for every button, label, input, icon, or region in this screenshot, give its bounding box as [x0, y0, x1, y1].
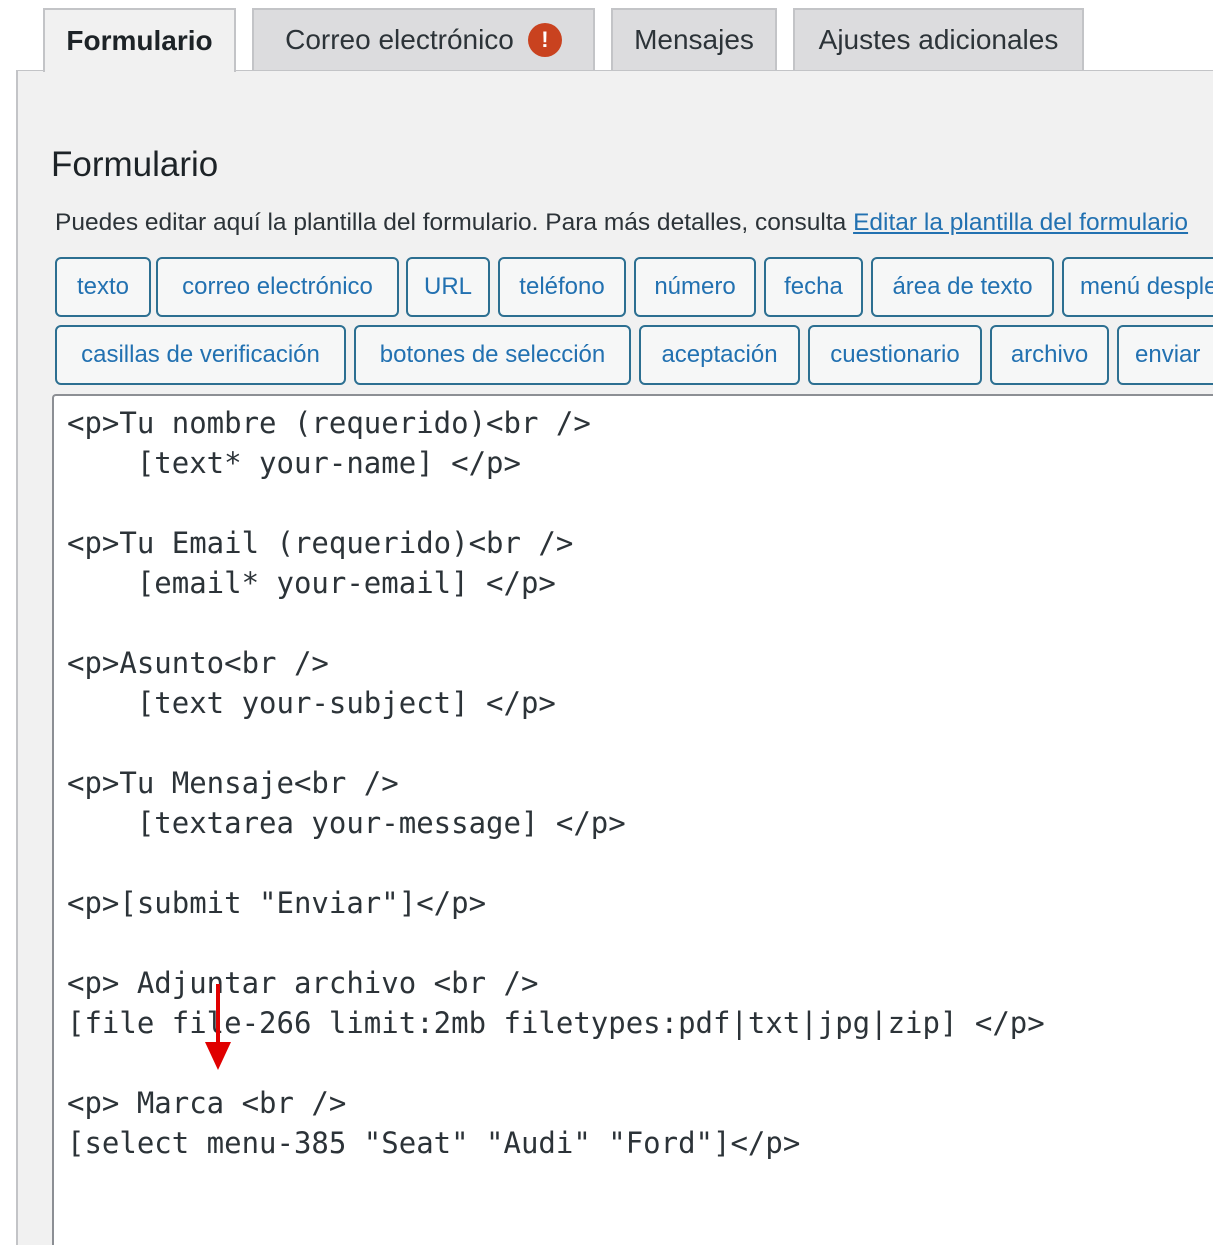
section-title: Formulario: [51, 145, 219, 184]
code-line: <p>Tu nombre (requerido)<br />: [67, 406, 591, 440]
code-line: <p>[submit "Enviar"]</p>: [67, 886, 487, 920]
tag-button-casillas-de-verificacion[interactable]: casillas de verificación: [55, 325, 346, 385]
edit-template-link[interactable]: Editar la plantilla del formulario: [853, 209, 1188, 236]
code-line: [textarea your-message] </p>: [67, 806, 626, 840]
tag-button-correo-electronico[interactable]: correo electrónico: [156, 257, 399, 317]
code-line: [text your-subject] </p>: [67, 686, 556, 720]
tag-button-texto[interactable]: texto: [55, 257, 151, 317]
tab-correo-electronico[interactable]: Correo electrónico !: [252, 8, 595, 70]
tab-mensajes[interactable]: Mensajes: [611, 8, 777, 70]
code-line: <p> Adjuntar archivo <br />: [67, 966, 539, 1000]
tab-mensajes-label: Mensajes: [634, 24, 754, 55]
code-line: [select menu-385 "Seat" "Audi" "Ford"]</…: [67, 1126, 801, 1160]
code-line: <p> Marca <br />: [67, 1086, 347, 1120]
tag-button-cuestionario[interactable]: cuestionario: [808, 325, 982, 385]
code-line: <p>Tu Email (requerido)<br />: [67, 526, 574, 560]
tab-ajustes-adicionales-label: Ajustes adicionales: [818, 24, 1059, 55]
tag-button-menu-desplegable[interactable]: menú desplegable: [1062, 257, 1213, 317]
tag-button-archivo[interactable]: archivo: [990, 325, 1109, 385]
form-template-editor[interactable]: <p>Tu nombre (requerido)<br /> [text* yo…: [52, 394, 1213, 1245]
tab-formulario[interactable]: Formulario: [43, 8, 236, 72]
section-description: Puedes editar aquí la plantilla del form…: [55, 209, 1188, 237]
form-panel: Formulario Puedes editar aquí la plantil…: [16, 71, 1213, 1245]
code-line: <p>Tu Mensaje<br />: [67, 766, 399, 800]
code-line: [email* your-email] </p>: [67, 566, 556, 600]
contact-form-editor-page: Formulario Correo electrónico ! Mensajes…: [0, 0, 1213, 1245]
exclamation-icon: !: [527, 23, 562, 57]
tab-bar: Formulario Correo electrónico ! Mensajes…: [0, 0, 1213, 72]
tag-button-telefono[interactable]: teléfono: [498, 257, 626, 317]
tag-button-numero[interactable]: número: [634, 257, 756, 317]
code-line: [text* your-name] </p>: [67, 446, 521, 480]
tag-button-fecha[interactable]: fecha: [764, 257, 863, 317]
tag-button-botones-de-seleccion[interactable]: botones de selección: [354, 325, 631, 385]
tab-ajustes-adicionales[interactable]: Ajustes adicionales: [793, 8, 1084, 70]
code-line: <p>Asunto<br />: [67, 646, 329, 680]
red-arrow-down-icon: [205, 984, 231, 1070]
tag-button-url[interactable]: URL: [406, 257, 490, 317]
tag-button-area-de-texto[interactable]: área de texto: [871, 257, 1054, 317]
description-text: Puedes editar aquí la plantilla del form…: [55, 209, 854, 236]
tag-button-aceptacion[interactable]: aceptación: [639, 325, 800, 385]
tab-correo-electronico-label: Correo electrónico: [285, 24, 514, 55]
tab-formulario-label: Formulario: [66, 25, 213, 56]
tag-button-enviar[interactable]: enviar: [1117, 325, 1213, 385]
